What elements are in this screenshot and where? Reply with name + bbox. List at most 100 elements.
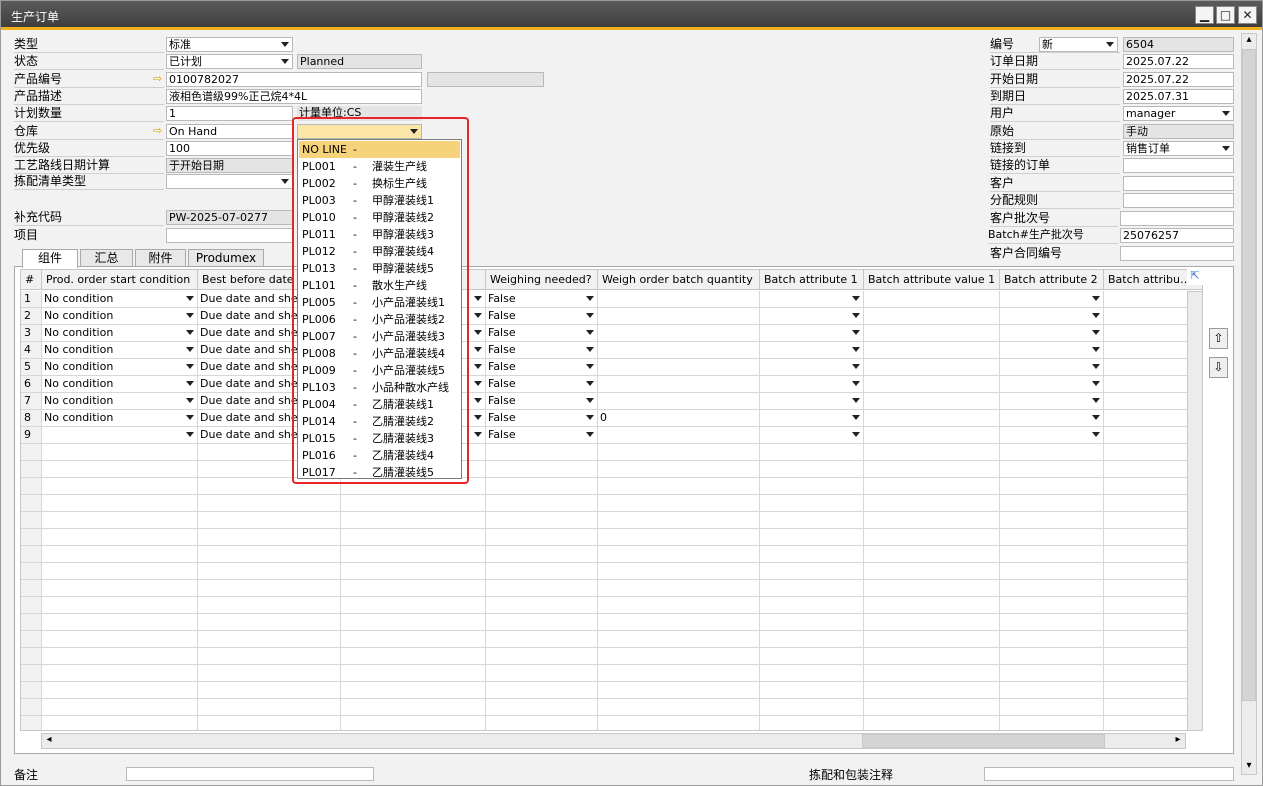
weigh-qty-cell[interactable]: [598, 308, 760, 325]
batch-attr2-cell[interactable]: [1000, 665, 1104, 682]
weigh-qty-cell[interactable]: [598, 478, 760, 495]
grid-cell[interactable]: [341, 682, 486, 699]
grid-cell[interactable]: [341, 512, 486, 529]
batch-attr-value1-cell[interactable]: [864, 512, 1000, 529]
batch-attr-value1-cell[interactable]: [864, 495, 1000, 512]
start-condition-cell[interactable]: [42, 580, 198, 597]
move-up-button[interactable]: ⇧: [1209, 328, 1228, 349]
batch-attr1-cell[interactable]: [760, 699, 864, 716]
batch-attr1-cell[interactable]: [760, 597, 864, 614]
weighing-needed-cell[interactable]: False: [486, 427, 598, 444]
dist-rule-field[interactable]: [1123, 193, 1234, 208]
batch-attr2-cell[interactable]: [1000, 699, 1104, 716]
column-header[interactable]: Batch attribute value 1: [864, 270, 1000, 290]
batch-attr1-cell[interactable]: [760, 325, 864, 342]
batch-attr2-cell[interactable]: [1000, 444, 1104, 461]
column-header[interactable]: Weighing needed?: [486, 270, 598, 290]
weighing-needed-cell[interactable]: [486, 478, 598, 495]
close-button[interactable]: ✕: [1238, 6, 1257, 24]
link-arrow-icon[interactable]: ⇨: [153, 72, 162, 86]
weigh-qty-cell[interactable]: 0: [598, 410, 760, 427]
batch-attr-value1-cell[interactable]: [864, 376, 1000, 393]
batch-attr2-cell[interactable]: [1000, 716, 1104, 730]
weigh-qty-cell[interactable]: [598, 597, 760, 614]
best-before-cell[interactable]: [198, 597, 341, 614]
start-condition-cell[interactable]: [42, 546, 198, 563]
batch-attr-value1-cell[interactable]: [864, 359, 1000, 376]
start-condition-cell[interactable]: [42, 461, 198, 478]
picklist-select[interactable]: [166, 174, 293, 189]
start-condition-cell[interactable]: [42, 699, 198, 716]
batch-attr2-cell[interactable]: [1000, 597, 1104, 614]
weighing-needed-cell[interactable]: [486, 529, 598, 546]
weigh-qty-cell[interactable]: [598, 614, 760, 631]
batch-attr2-cell[interactable]: [1000, 614, 1104, 631]
best-before-cell[interactable]: [198, 546, 341, 563]
batch-attr2-cell[interactable]: [1000, 342, 1104, 359]
weigh-qty-cell[interactable]: [598, 427, 760, 444]
grid-cell[interactable]: [341, 648, 486, 665]
expand-icon[interactable]: ⇱: [1187, 269, 1203, 285]
start-condition-cell[interactable]: [42, 665, 198, 682]
weigh-qty-cell[interactable]: [598, 699, 760, 716]
column-header[interactable]: Weigh order batch quantity: [598, 270, 760, 290]
batch-attr2-cell[interactable]: [1000, 682, 1104, 699]
column-header[interactable]: Batch attribute 1: [760, 270, 864, 290]
cust-batch-field[interactable]: [1120, 211, 1234, 226]
batch-attr-value1-cell[interactable]: [864, 699, 1000, 716]
warehouse-field[interactable]: On Hand: [166, 124, 293, 139]
best-before-cell[interactable]: [198, 699, 341, 716]
start-condition-cell[interactable]: [42, 614, 198, 631]
best-before-cell[interactable]: [198, 682, 341, 699]
start-condition-cell[interactable]: [42, 478, 198, 495]
batch-attr1-cell[interactable]: [760, 461, 864, 478]
weighing-needed-cell[interactable]: [486, 631, 598, 648]
weigh-qty-cell[interactable]: [598, 512, 760, 529]
contract-field[interactable]: [1120, 246, 1234, 261]
weigh-qty-cell[interactable]: [598, 325, 760, 342]
batch-attr-value1-cell[interactable]: [864, 682, 1000, 699]
batch-attr2-cell[interactable]: [1000, 308, 1104, 325]
weighing-needed-cell[interactable]: False: [486, 410, 598, 427]
batch-attr2-cell[interactable]: [1000, 410, 1104, 427]
product-desc-field[interactable]: 液相色谱级99%正己烷4*4L: [166, 89, 422, 104]
batch-attr2-cell[interactable]: [1000, 563, 1104, 580]
product-no-field[interactable]: 0100782027: [166, 72, 422, 87]
grid-cell[interactable]: [341, 614, 486, 631]
weighing-needed-cell[interactable]: [486, 665, 598, 682]
batch-attr-value1-cell[interactable]: [864, 580, 1000, 597]
batch-attr-value1-cell[interactable]: [864, 716, 1000, 730]
batch-attr1-cell[interactable]: [760, 427, 864, 444]
batch-attr2-cell[interactable]: [1000, 580, 1104, 597]
weigh-qty-cell[interactable]: [598, 665, 760, 682]
weigh-qty-cell[interactable]: [598, 495, 760, 512]
maximize-button[interactable]: □: [1216, 6, 1235, 24]
weigh-qty-cell[interactable]: [598, 376, 760, 393]
planned-qty-field[interactable]: 1: [166, 106, 293, 121]
weigh-qty-cell[interactable]: [598, 682, 760, 699]
batch-attr-value1-cell[interactable]: [864, 665, 1000, 682]
batch-attr2-cell[interactable]: [1000, 393, 1104, 410]
best-before-cell[interactable]: [198, 512, 341, 529]
batch-attr2-cell[interactable]: [1000, 325, 1104, 342]
best-before-cell[interactable]: [198, 580, 341, 597]
weighing-needed-cell[interactable]: [486, 597, 598, 614]
link-to-select[interactable]: 销售订单: [1123, 141, 1234, 156]
batch-attr1-cell[interactable]: [760, 682, 864, 699]
weigh-qty-cell[interactable]: [598, 461, 760, 478]
remarks-field[interactable]: [126, 767, 374, 781]
weighing-needed-cell[interactable]: [486, 444, 598, 461]
batch-attr1-cell[interactable]: [760, 393, 864, 410]
batch-attr2-cell[interactable]: [1000, 478, 1104, 495]
batch-attr1-cell[interactable]: [760, 495, 864, 512]
batch-attr1-cell[interactable]: [760, 563, 864, 580]
column-header[interactable]: #: [21, 270, 42, 290]
grid-cell[interactable]: [341, 597, 486, 614]
grid-cell[interactable]: [341, 495, 486, 512]
weighing-needed-cell[interactable]: [486, 699, 598, 716]
scroll-up-icon[interactable]: ▴: [1242, 34, 1256, 48]
batch-attr1-cell[interactable]: [760, 308, 864, 325]
weighing-needed-cell[interactable]: [486, 512, 598, 529]
scroll-left-icon[interactable]: ◂: [43, 734, 55, 748]
start-condition-cell[interactable]: [42, 563, 198, 580]
